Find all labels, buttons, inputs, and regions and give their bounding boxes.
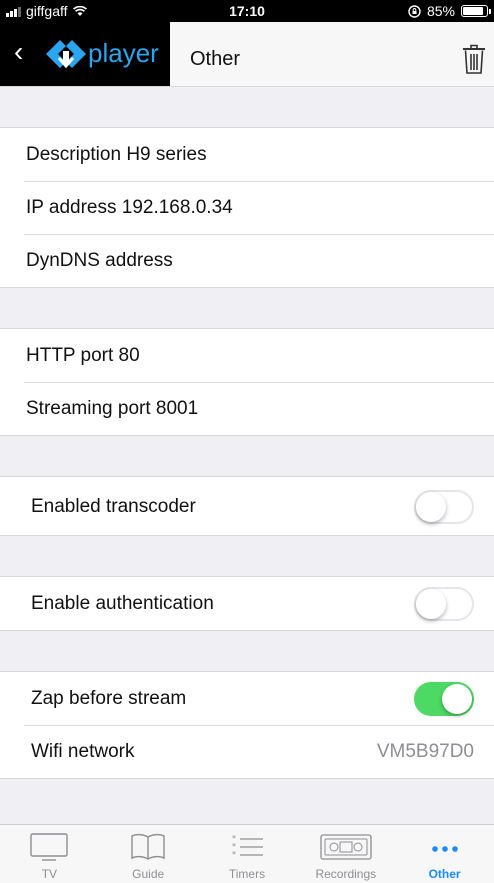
more-icon [431,846,458,852]
transcoder-group: Enabled transcoder [0,477,494,536]
zap-row: Zap before stream [0,672,494,725]
section-spacer [0,536,494,577]
tab-label: Guide [132,867,165,881]
ip-address-row[interactable]: IP address 192.168.0.34 [0,181,494,234]
brand-area: ‹ player [0,22,170,86]
tab-label: Recordings [315,867,377,881]
section-spacer [0,631,494,672]
ports-group: HTTP port 80 Streaming port 8001 [0,329,494,436]
wifi-row[interactable]: Wifi network VM5B97D0 [0,725,494,778]
stream-group: Zap before stream Wifi network VM5B97D0 [0,672,494,779]
battery-percent: 85% [426,3,455,19]
tape-icon [320,834,372,860]
tab-tv[interactable]: TV [0,825,99,883]
section-spacer [0,87,494,128]
streaming-port-row[interactable]: Streaming port 8001 [0,382,494,435]
app-name: player [88,38,159,68]
description-field[interactable]: Description H9 series [26,128,207,182]
wifi-value: VM5B97D0 [376,741,474,762]
description-row[interactable]: Description H9 series [0,128,494,181]
page-title: Other [190,48,241,70]
transcoder-row: Enabled transcoder [0,477,494,535]
svg-text:*: * [232,850,236,859]
book-icon [131,833,165,860]
back-button[interactable]: ‹ [14,36,23,68]
zap-toggle[interactable] [414,682,474,716]
device-info-group: Description H9 series IP address 192.168… [0,128,494,288]
transcoder-label: Enabled transcoder [31,496,196,517]
authentication-toggle[interactable] [414,587,474,621]
streaming-port-field[interactable]: Streaming port 8001 [26,382,198,436]
tab-bar: TV Guide * * * Timers Recordings Other [0,824,494,883]
authentication-label: Enable authentication [31,593,214,614]
zap-label: Zap before stream [31,688,187,709]
player-logo-icon [46,40,86,69]
tab-other[interactable]: Other [395,825,494,883]
wifi-label: Wifi network [31,741,135,762]
settings-list: Description H9 series IP address 192.168… [0,87,494,779]
authentication-row: Enable authentication [0,577,494,630]
tab-label: TV [41,867,58,881]
tab-timers[interactable]: * * * Timers [198,825,297,883]
transcoder-toggle[interactable] [414,490,474,524]
list-icon: * * * [232,834,263,859]
orientation-lock-icon [408,4,421,18]
tab-label: Timers [228,867,266,881]
tab-guide[interactable]: Guide [99,825,198,883]
http-port-field[interactable]: HTTP port 80 [26,329,140,383]
section-spacer [0,436,494,477]
tab-recordings[interactable]: Recordings [296,825,395,883]
section-spacer [0,288,494,329]
ip-address-field[interactable]: IP address 192.168.0.34 [26,181,233,235]
status-bar: giffgaff 17:10 85% [0,0,494,22]
tab-label: Other [428,867,461,881]
dyndns-field[interactable]: DynDNS address [26,234,173,288]
authentication-group: Enable authentication [0,577,494,631]
http-port-row[interactable]: HTTP port 80 [0,329,494,382]
trash-icon[interactable] [462,44,486,74]
tv-icon [30,833,69,861]
battery-icon [461,5,491,17]
dyndns-row[interactable]: DynDNS address [0,234,494,287]
nav-bar: ‹ player Other [0,22,494,87]
